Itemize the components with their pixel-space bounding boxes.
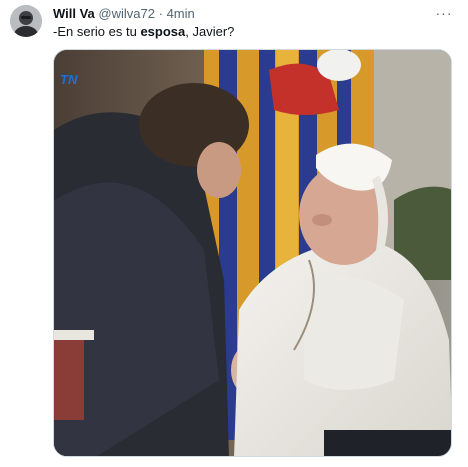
more-options-icon[interactable]: ··· xyxy=(434,5,454,21)
tweet-text-bold: esposa xyxy=(140,24,186,39)
watermark-logo: TN xyxy=(60,72,88,88)
avatar-image xyxy=(10,5,42,37)
watermark-text: TN xyxy=(60,72,78,87)
tweet-media-image[interactable]: TN xyxy=(53,49,452,457)
media-photo xyxy=(54,50,451,456)
avatar[interactable] xyxy=(10,5,42,37)
tweet-text-start: -En serio es tu xyxy=(53,24,141,39)
tweet-text: -En serio es tu esposa, Javier? xyxy=(53,24,448,39)
timestamp[interactable]: 4min xyxy=(167,6,195,21)
tweet-header: Will Va @wilva72 · 4min xyxy=(53,6,428,21)
author-name[interactable]: Will Va xyxy=(53,6,95,21)
tweet[interactable]: Will Va @wilva72 · 4min ··· -En serio es… xyxy=(0,0,468,467)
tweet-text-end: , Javier? xyxy=(185,24,235,39)
author-handle[interactable]: @wilva72 xyxy=(98,6,155,21)
separator-dot: · xyxy=(158,6,163,21)
